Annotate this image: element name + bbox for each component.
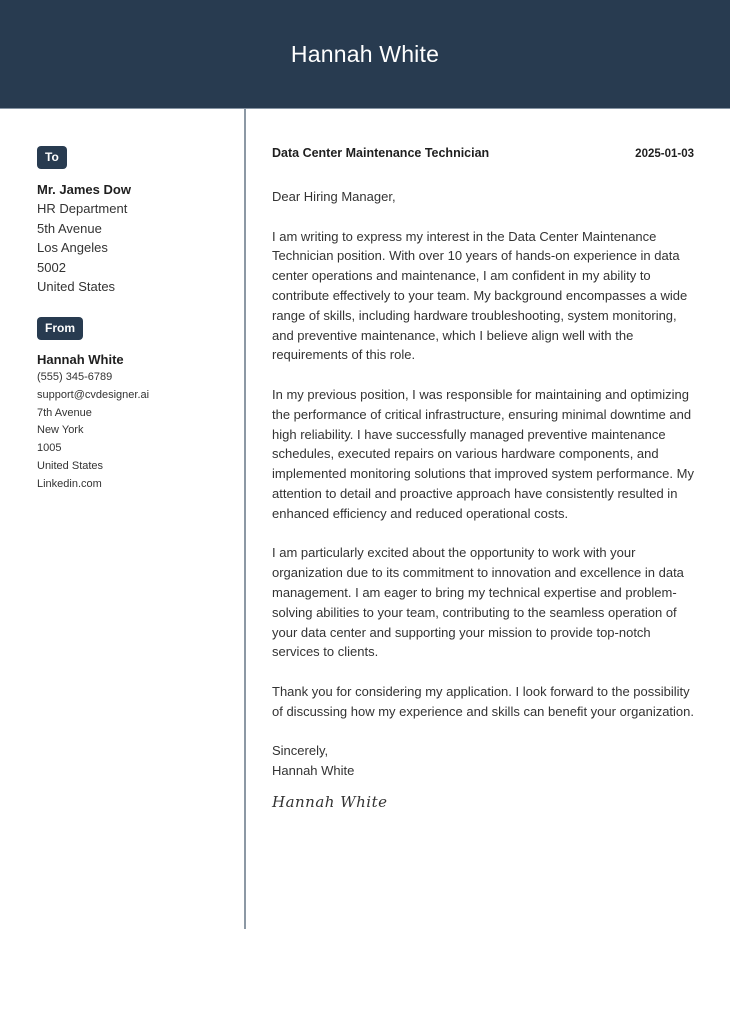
sender-zip: 1005 [37,442,62,455]
sender-linkedin: Linkedin.com [37,477,102,490]
sender-block: From Hannah White (555) 345-6789 support… [37,316,232,494]
to-badge: To [37,146,67,169]
job-title: Data Center Maintenance Technician [272,146,490,160]
sender-name: Hannah White [37,351,124,367]
closing-name: Hannah White [272,763,355,779]
closing: Sincerely, Hannah White [272,741,694,781]
sender-street: 7th Avenue [37,406,92,419]
signature: Hannah White [272,792,388,811]
letter-title-row: Data Center Maintenance Technician 2025-… [272,146,694,160]
paragraph-intro: I am writing to express my interest in t… [272,228,688,363]
recipient-name: Mr. James Dow [37,182,131,197]
recipient-zip: 5002 [37,259,66,275]
column-divider [244,109,246,929]
paragraph-thanks: Thank you for considering my application… [272,683,695,719]
recipient-country: United States [37,279,116,295]
recipient-street: 5th Avenue [37,220,102,236]
sidebar: To Mr. James Dow HR Department 5th Avenu… [37,146,232,494]
paragraph-motivation: I am particularly excited about the oppo… [272,545,684,660]
from-badge: From [37,316,83,340]
header-banner: Hannah White [0,0,730,109]
recipient-block: To Mr. James Dow HR Department 5th Avenu… [37,146,232,297]
recipient-city: Los Angeles [37,240,108,256]
paragraph-experience: In my previous position, I was responsib… [272,386,694,521]
recipient-department: HR Department [37,201,128,216]
closing-salutation: Sincerely, [272,743,329,759]
letter-date: 2025-01-03 [635,148,694,160]
letter-body: Data Center Maintenance Technician 2025-… [272,146,694,811]
applicant-name: Hannah White [290,40,440,67]
sender-phone: (555) 345-6789 [37,370,113,383]
sender-city: New York [37,424,84,437]
sender-email: support@cvdesigner.ai [37,388,150,401]
greeting: Dear Hiring Manager, [272,189,396,204]
sender-country: United States [37,459,104,472]
